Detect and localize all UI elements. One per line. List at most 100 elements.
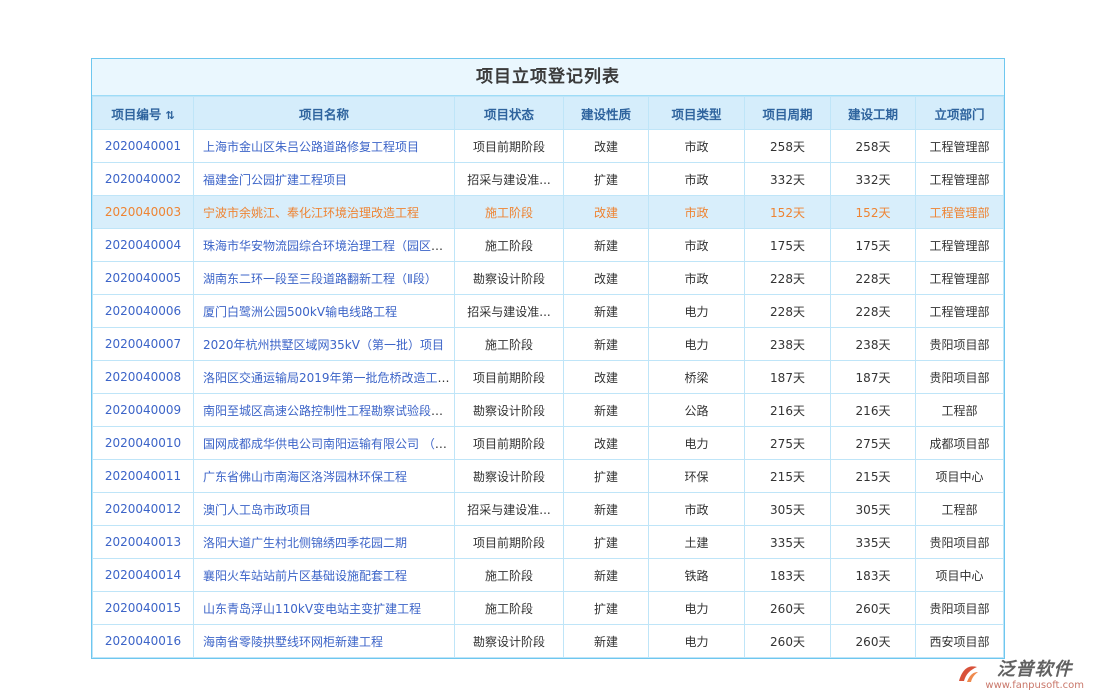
project-name-link[interactable]: 襄阳火车站站前片区基础设施配套工程 bbox=[203, 569, 407, 583]
cell-nature: 新建 bbox=[564, 229, 649, 262]
cell-dept: 贵阳项目部 bbox=[916, 328, 1004, 361]
project-number-link[interactable]: 2020040016 bbox=[105, 634, 181, 648]
cell-nature: 改建 bbox=[564, 262, 649, 295]
cell-type: 市政 bbox=[649, 262, 745, 295]
cell-dept: 工程部 bbox=[916, 493, 1004, 526]
project-number-link[interactable]: 2020040004 bbox=[105, 238, 181, 252]
cell-cycle: 275天 bbox=[745, 427, 831, 460]
project-name-link[interactable]: 宁波市余姚江、奉化江环境治理改造工程 bbox=[203, 206, 419, 220]
cell-cycle: 215天 bbox=[745, 460, 831, 493]
cell-id: 2020040002 bbox=[93, 163, 194, 196]
project-number-link[interactable]: 2020040012 bbox=[105, 502, 181, 516]
table-row[interactable]: 2020040014襄阳火车站站前片区基础设施配套工程施工阶段新建铁路183天1… bbox=[93, 559, 1004, 592]
cell-cycle: 183天 bbox=[745, 559, 831, 592]
project-number-link[interactable]: 2020040008 bbox=[105, 370, 181, 384]
cell-type: 市政 bbox=[649, 130, 745, 163]
project-name-link[interactable]: 南阳至城区高速公路控制性工程勘察试验段土... bbox=[203, 404, 454, 418]
table-row[interactable]: 2020040016海南省零陵拱墅线环网柜新建工程勘察设计阶段新建电力260天2… bbox=[93, 625, 1004, 658]
cell-id: 2020040009 bbox=[93, 394, 194, 427]
project-number-link[interactable]: 2020040009 bbox=[105, 403, 181, 417]
cell-status: 项目前期阶段 bbox=[455, 130, 564, 163]
table-row[interactable]: 2020040008洛阳区交通运输局2019年第一批危桥改造工程...项目前期阶… bbox=[93, 361, 1004, 394]
cell-duration: 228天 bbox=[831, 295, 916, 328]
cell-dept: 工程管理部 bbox=[916, 262, 1004, 295]
cell-duration: 215天 bbox=[831, 460, 916, 493]
project-name-link[interactable]: 广东省佛山市南海区洛涔园林环保工程 bbox=[203, 470, 407, 484]
column-header-label: 建设工期 bbox=[848, 107, 898, 122]
cell-id: 2020040007 bbox=[93, 328, 194, 361]
project-name-link[interactable]: 国网成都成华供电公司南阳运输有限公司 （三... bbox=[203, 437, 455, 451]
project-name-link[interactable]: 湖南东二环一段至三段道路翻新工程（Ⅱ段） bbox=[203, 272, 437, 286]
cell-dept: 工程管理部 bbox=[916, 229, 1004, 262]
cell-status: 项目前期阶段 bbox=[455, 526, 564, 559]
cell-name: 福建金门公园扩建工程项目 bbox=[194, 163, 455, 196]
table-row[interactable]: 2020040009南阳至城区高速公路控制性工程勘察试验段土...勘察设计阶段新… bbox=[93, 394, 1004, 427]
cell-name: 珠海市华安物流园综合环境治理工程（园区道... bbox=[194, 229, 455, 262]
table-row[interactable]: 2020040012澳门人工岛市政项目招采与建设准...新建市政305天305天… bbox=[93, 493, 1004, 526]
project-name-link[interactable]: 澳门人工岛市政项目 bbox=[203, 503, 311, 517]
column-header-label: 项目名称 bbox=[299, 107, 349, 122]
cell-name: 洛阳大道广生村北侧锦绣四季花园二期 bbox=[194, 526, 455, 559]
cell-status: 施工阶段 bbox=[455, 592, 564, 625]
cell-type: 市政 bbox=[649, 493, 745, 526]
cell-cycle: 238天 bbox=[745, 328, 831, 361]
project-name-link[interactable]: 山东青岛浮山110kV变电站主变扩建工程 bbox=[203, 602, 421, 616]
cell-duration: 260天 bbox=[831, 625, 916, 658]
project-number-link[interactable]: 2020040002 bbox=[105, 172, 181, 186]
table-row[interactable]: 2020040013洛阳大道广生村北侧锦绣四季花园二期项目前期阶段扩建土建335… bbox=[93, 526, 1004, 559]
project-number-link[interactable]: 2020040003 bbox=[105, 205, 181, 219]
cell-type: 电力 bbox=[649, 592, 745, 625]
cell-type: 电力 bbox=[649, 427, 745, 460]
sort-icon[interactable]: ⇅ bbox=[165, 109, 174, 122]
table-row[interactable]: 2020040010国网成都成华供电公司南阳运输有限公司 （三...项目前期阶段… bbox=[93, 427, 1004, 460]
table-row[interactable]: 20200400072020年杭州拱墅区域网35kV（第一批）项目施工阶段新建电… bbox=[93, 328, 1004, 361]
project-number-link[interactable]: 2020040010 bbox=[105, 436, 181, 450]
column-header-label: 项目编号 bbox=[111, 107, 161, 122]
cell-nature: 扩建 bbox=[564, 163, 649, 196]
column-header-1[interactable]: 项目编号 ⇅ bbox=[93, 97, 194, 130]
column-header-label: 项目周期 bbox=[762, 107, 812, 122]
project-name-link[interactable]: 洛阳大道广生村北侧锦绣四季花园二期 bbox=[203, 536, 407, 550]
cell-cycle: 335天 bbox=[745, 526, 831, 559]
column-header-2: 项目名称 bbox=[194, 97, 455, 130]
project-number-link[interactable]: 2020040013 bbox=[105, 535, 181, 549]
project-number-link[interactable]: 2020040007 bbox=[105, 337, 181, 351]
table-row[interactable]: 2020040002福建金门公园扩建工程项目招采与建设准...扩建市政332天3… bbox=[93, 163, 1004, 196]
project-number-link[interactable]: 2020040005 bbox=[105, 271, 181, 285]
table-row[interactable]: 2020040005湖南东二环一段至三段道路翻新工程（Ⅱ段）勘察设计阶段改建市政… bbox=[93, 262, 1004, 295]
table-row[interactable]: 2020040006厦门白鹭洲公园500kV输电线路工程招采与建设准...新建电… bbox=[93, 295, 1004, 328]
cell-dept: 工程管理部 bbox=[916, 163, 1004, 196]
table-row[interactable]: 2020040011广东省佛山市南海区洛涔园林环保工程勘察设计阶段扩建环保215… bbox=[93, 460, 1004, 493]
table-row[interactable]: 2020040015山东青岛浮山110kV变电站主变扩建工程施工阶段扩建电力26… bbox=[93, 592, 1004, 625]
cell-dept: 工程管理部 bbox=[916, 196, 1004, 229]
project-name-link[interactable]: 福建金门公园扩建工程项目 bbox=[203, 173, 347, 187]
project-name-link[interactable]: 上海市金山区朱吕公路道路修复工程项目 bbox=[203, 140, 419, 154]
project-number-link[interactable]: 2020040014 bbox=[105, 568, 181, 582]
project-number-link[interactable]: 2020040001 bbox=[105, 139, 181, 153]
cell-status: 勘察设计阶段 bbox=[455, 625, 564, 658]
table-body: 2020040001上海市金山区朱吕公路道路修复工程项目项目前期阶段改建市政25… bbox=[93, 130, 1004, 658]
project-number-link[interactable]: 2020040006 bbox=[105, 304, 181, 318]
project-name-link[interactable]: 海南省零陵拱墅线环网柜新建工程 bbox=[203, 635, 383, 649]
project-number-link[interactable]: 2020040015 bbox=[105, 601, 181, 615]
cell-cycle: 260天 bbox=[745, 625, 831, 658]
cell-type: 桥梁 bbox=[649, 361, 745, 394]
table-row[interactable]: 2020040004珠海市华安物流园综合环境治理工程（园区道...施工阶段新建市… bbox=[93, 229, 1004, 262]
cell-duration: 238天 bbox=[831, 328, 916, 361]
project-name-link[interactable]: 洛阳区交通运输局2019年第一批危桥改造工程... bbox=[203, 371, 455, 385]
cell-status: 施工阶段 bbox=[455, 196, 564, 229]
cell-id: 2020040016 bbox=[93, 625, 194, 658]
table-row[interactable]: 2020040003宁波市余姚江、奉化江环境治理改造工程施工阶段改建市政152天… bbox=[93, 196, 1004, 229]
brand-url-link[interactable]: www.fanpusoft.com bbox=[985, 680, 1084, 692]
column-header-6: 项目周期 bbox=[745, 97, 831, 130]
table-row[interactable]: 2020040001上海市金山区朱吕公路道路修复工程项目项目前期阶段改建市政25… bbox=[93, 130, 1004, 163]
project-name-link[interactable]: 珠海市华安物流园综合环境治理工程（园区道... bbox=[203, 239, 454, 253]
project-name-link[interactable]: 厦门白鹭洲公园500kV输电线路工程 bbox=[203, 305, 397, 319]
cell-dept: 项目中心 bbox=[916, 559, 1004, 592]
project-name-link[interactable]: 2020年杭州拱墅区域网35kV（第一批）项目 bbox=[203, 338, 444, 352]
cell-status: 施工阶段 bbox=[455, 328, 564, 361]
cell-id: 2020040005 bbox=[93, 262, 194, 295]
cell-id: 2020040004 bbox=[93, 229, 194, 262]
project-number-link[interactable]: 2020040011 bbox=[105, 469, 181, 483]
cell-nature: 新建 bbox=[564, 559, 649, 592]
